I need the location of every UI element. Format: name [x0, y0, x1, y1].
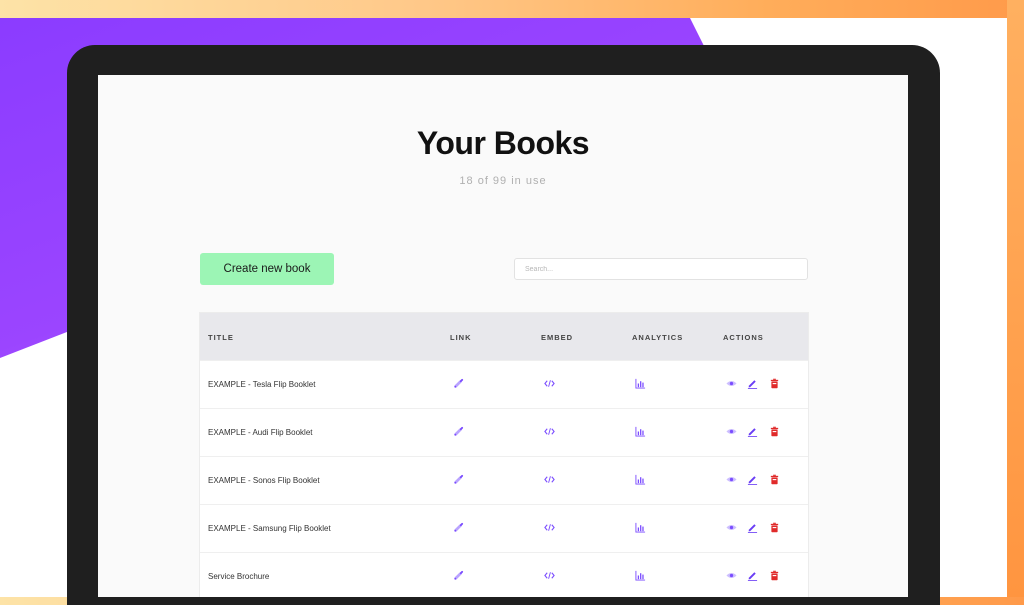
bar-chart-icon[interactable] [634, 473, 646, 485]
trash-icon[interactable] [768, 425, 780, 437]
eye-icon[interactable] [725, 521, 737, 533]
link-icon[interactable] [452, 569, 464, 581]
table-row: EXAMPLE - Sonos Flip Booklet [200, 456, 808, 504]
table-row: EXAMPLE - Tesla Flip Booklet [200, 360, 808, 408]
bar-chart-icon[interactable] [634, 425, 646, 437]
bar-chart-icon[interactable] [634, 377, 646, 389]
trash-icon[interactable] [768, 569, 780, 581]
pencil-icon[interactable] [746, 377, 758, 389]
trash-icon[interactable] [768, 377, 780, 389]
header-embed: EMBED [541, 333, 574, 342]
header-title: TITLE [208, 333, 234, 342]
eye-icon[interactable] [725, 425, 737, 437]
page-title: Your Books [416, 125, 590, 161]
pencil-icon[interactable] [746, 473, 758, 485]
code-embed-icon[interactable] [543, 569, 555, 581]
eye-icon[interactable] [725, 377, 737, 389]
header-actions: ACTIONS [723, 333, 764, 342]
app-screen: Your Books 18 of 99 in use Create new bo… [98, 75, 908, 597]
trash-icon[interactable] [768, 521, 780, 533]
header-analytics: ANALYTICS [632, 333, 684, 342]
search-input[interactable] [514, 258, 808, 280]
link-icon[interactable] [452, 425, 464, 437]
code-embed-icon[interactable] [543, 521, 555, 533]
table-row: Service Brochure [200, 552, 808, 597]
link-icon[interactable] [452, 473, 464, 485]
eye-icon[interactable] [725, 569, 737, 581]
table-body: EXAMPLE - Tesla Flip Booklet EXAMPLE - A… [200, 360, 808, 597]
code-embed-icon[interactable] [543, 425, 555, 437]
eye-icon[interactable] [725, 473, 737, 485]
link-icon[interactable] [452, 521, 464, 533]
pencil-icon[interactable] [746, 569, 758, 581]
link-icon[interactable] [452, 377, 464, 389]
book-title: EXAMPLE - Sonos Flip Booklet [208, 476, 320, 485]
books-table: TITLE LINK EMBED ANALYTICS ACTIONS EXAMP… [200, 313, 808, 597]
table-row: EXAMPLE - Audi Flip Booklet [200, 408, 808, 456]
book-title: EXAMPLE - Tesla Flip Booklet [208, 380, 316, 389]
usage-count: 18 of 99 in use [459, 175, 547, 187]
bar-chart-icon[interactable] [634, 569, 646, 581]
book-title: EXAMPLE - Samsung Flip Booklet [208, 524, 331, 533]
book-title: Service Brochure [208, 572, 270, 581]
header-link: LINK [450, 333, 472, 342]
pencil-icon[interactable] [746, 521, 758, 533]
code-embed-icon[interactable] [543, 473, 555, 485]
create-new-book-button[interactable]: Create new book [200, 253, 334, 285]
book-title: EXAMPLE - Audi Flip Booklet [208, 428, 313, 437]
table-row: EXAMPLE - Samsung Flip Booklet [200, 504, 808, 552]
table-header: TITLE LINK EMBED ANALYTICS ACTIONS [200, 313, 808, 360]
bar-chart-icon[interactable] [634, 521, 646, 533]
trash-icon[interactable] [768, 473, 780, 485]
code-embed-icon[interactable] [543, 377, 555, 389]
background-orange-edge [1007, 0, 1024, 597]
pencil-icon[interactable] [746, 425, 758, 437]
